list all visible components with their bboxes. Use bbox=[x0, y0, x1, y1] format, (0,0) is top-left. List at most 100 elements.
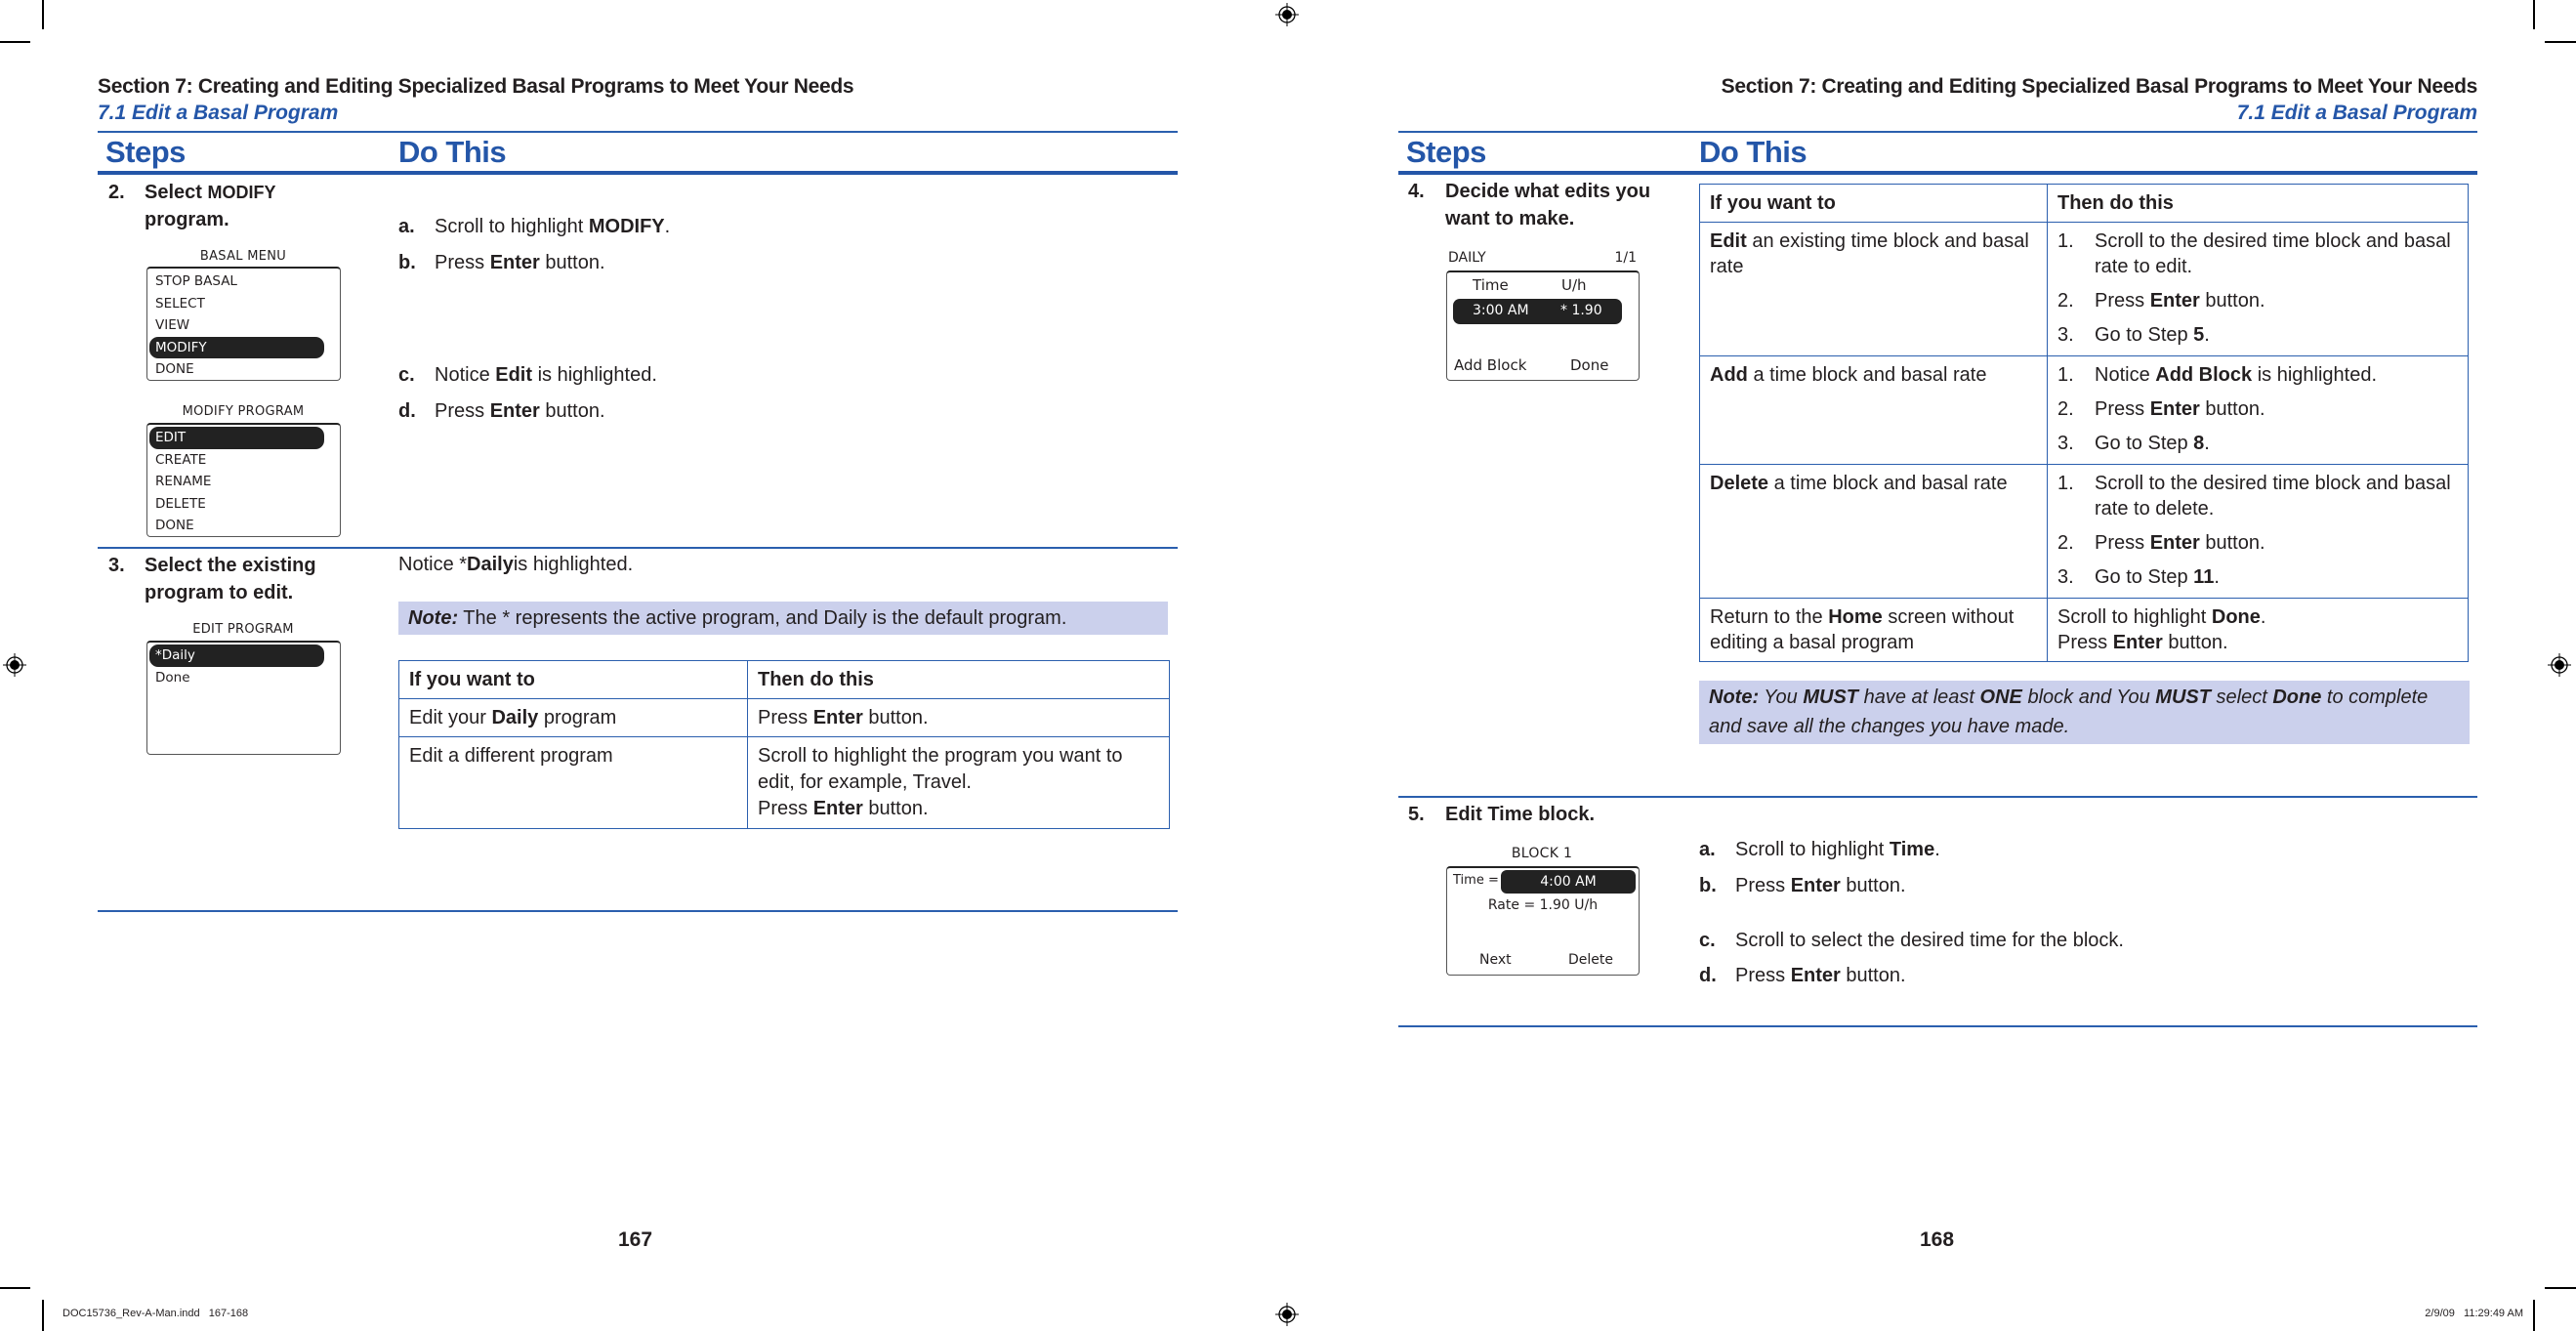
cell-text: . bbox=[2260, 606, 2266, 628]
ordered-item: 1. Scroll to the desired time block and b… bbox=[2057, 229, 2458, 279]
cell-text: Press bbox=[2057, 632, 2113, 653]
cell-text: program bbox=[538, 707, 617, 728]
item-text: Press bbox=[435, 400, 490, 422]
menu-item: STOP BASAL bbox=[155, 273, 237, 289]
item-text: Scroll to select the desired time for th… bbox=[1735, 930, 2124, 951]
column-label-time: Time bbox=[1473, 276, 1509, 294]
item-bold: Enter bbox=[489, 252, 540, 273]
screen-title-row: DAILY 1/1 bbox=[1448, 250, 1637, 266]
table-row: Edit a different program Scroll to highl… bbox=[399, 736, 1169, 828]
item-text: Go to Step bbox=[2095, 566, 2194, 588]
note-text-part: block and You bbox=[2021, 686, 2156, 708]
item-label: a. bbox=[1699, 839, 1716, 860]
table-header-row: If you want to Then do this bbox=[1700, 185, 2468, 222]
item-bold: Enter bbox=[2149, 532, 2200, 554]
table-header-cell: Then do this bbox=[2057, 192, 2174, 214]
cell-bold: Home bbox=[1828, 606, 1883, 628]
item-text: Scroll to the desired time block and bas… bbox=[2095, 473, 2451, 520]
instruction-item: a. Scroll to highlight MODIFY. bbox=[398, 214, 670, 239]
step-divider bbox=[98, 547, 1178, 549]
item-number: 1. bbox=[2057, 473, 2074, 494]
note-emphasis: ONE bbox=[1979, 686, 2022, 708]
ordered-item: 3. Go to Step 5. bbox=[2057, 322, 2458, 348]
item-text: Press bbox=[2095, 398, 2150, 420]
slug-timestamp: 2/9/09 11:29:49 AM bbox=[2425, 1308, 2523, 1319]
item-text: button. bbox=[1840, 965, 1906, 986]
crop-mark bbox=[2545, 1287, 2576, 1289]
do-this-heading: Do This bbox=[1699, 135, 1807, 169]
cell-text: an existing time block and basal rate bbox=[1710, 230, 2029, 277]
table-row: Return to the Home screen without editin… bbox=[1700, 598, 2468, 661]
item-label: a. bbox=[398, 216, 415, 237]
item-bold: Enter bbox=[489, 400, 540, 422]
item-text: button. bbox=[2199, 290, 2265, 312]
header-rule bbox=[1398, 131, 2477, 133]
item-number: 3. bbox=[2057, 566, 2074, 588]
cell-bold: Enter bbox=[2112, 632, 2163, 653]
ordered-item: 2. Press Enter button. bbox=[2057, 288, 2458, 313]
menu-item: DONE bbox=[155, 361, 194, 377]
step-title-text: Select the existing bbox=[145, 555, 316, 576]
note-label: Note: bbox=[408, 607, 459, 629]
item-text: Press bbox=[2095, 532, 2150, 554]
item-text: Scroll to highlight bbox=[1735, 839, 1890, 860]
note-text-part: You bbox=[1759, 686, 1804, 708]
item-number: 3. bbox=[2057, 433, 2074, 454]
block-rate: * 1.90 bbox=[1560, 303, 1602, 318]
item-number: 2. bbox=[2057, 290, 2074, 312]
cell-bold: Done bbox=[2211, 606, 2261, 628]
menu-item-highlighted: *Daily bbox=[149, 645, 324, 667]
item-text: button. bbox=[539, 252, 605, 273]
step-title: Decide what edits you want to make. bbox=[1445, 178, 1650, 232]
column-label-rate: U/h bbox=[1561, 276, 1587, 294]
header-rule bbox=[98, 131, 1178, 133]
cell-line: Press Enter button. bbox=[758, 796, 1159, 822]
cell-text: button. bbox=[2162, 632, 2228, 653]
item-bold: Enter bbox=[2149, 398, 2200, 420]
menu-item: DONE bbox=[155, 518, 194, 533]
item-text: Press bbox=[435, 252, 490, 273]
page-number: 168 bbox=[1920, 1228, 1955, 1251]
ordered-item: 1. Notice Add Block is highlighted. bbox=[2057, 362, 2458, 388]
table-cell: Edit your Daily program bbox=[399, 699, 748, 736]
instruction-item: d. Press Enter button. bbox=[1699, 963, 1906, 988]
table-cell: 1. Scroll to the desired time block and b… bbox=[2048, 465, 2468, 598]
instruction-item: b. Press Enter button. bbox=[1699, 873, 1906, 898]
pump-screen-edit-program: *Daily Done bbox=[146, 641, 341, 755]
crop-mark bbox=[0, 41, 30, 43]
menu-item-highlighted: EDIT bbox=[149, 427, 324, 449]
step-number: 3. bbox=[108, 555, 125, 576]
table-cell: 1. Notice Add Block is highlighted. 2. Pre… bbox=[2048, 356, 2468, 464]
item-bold: Enter bbox=[1790, 965, 1841, 986]
menu-item-highlighted: MODIFY bbox=[149, 336, 324, 358]
item-label: c. bbox=[1699, 930, 1716, 951]
block-time: 3:00 AM bbox=[1473, 303, 1529, 318]
item-text: Go to Step bbox=[2095, 324, 2194, 346]
do-this-heading: Do This bbox=[398, 135, 507, 169]
table-cell: Add a time block and basal rate bbox=[1700, 356, 2048, 464]
section-end-rule bbox=[98, 910, 1178, 912]
time-block-row-highlighted: 3:00 AM * 1.90 bbox=[1453, 299, 1622, 324]
softkey-add-block: Add Block bbox=[1454, 356, 1527, 374]
crop-mark bbox=[42, 0, 44, 29]
item-text: is highlighted. bbox=[2252, 364, 2378, 386]
ordered-item: 3. Go to Step 11. bbox=[2057, 564, 2458, 590]
cell-text: Press bbox=[758, 798, 813, 819]
slug-filename: DOC15736_Rev-A-Man.indd 167-168 bbox=[62, 1308, 249, 1319]
ordered-item: 3. Go to Step 8. bbox=[2057, 431, 2458, 456]
step-number: 2. bbox=[108, 182, 125, 203]
item-label: b. bbox=[1699, 875, 1717, 896]
notice-text: Notice * Daily is highlighted. bbox=[398, 552, 633, 577]
cell-text: Press bbox=[758, 707, 813, 728]
step-title: Select the existing program to edit. bbox=[145, 552, 316, 606]
item-number: 2. bbox=[2057, 398, 2074, 420]
instruction-item: c. Notice Edit is highlighted. bbox=[398, 362, 657, 388]
step-number: 4. bbox=[1408, 181, 1425, 202]
step-title-text: want to make. bbox=[1445, 208, 1575, 229]
column-heading-rule bbox=[1398, 171, 2477, 175]
cell-line: Scroll to highlight the program you want… bbox=[758, 745, 1123, 793]
menu-item: SELECT bbox=[155, 295, 205, 312]
page-number: 167 bbox=[618, 1228, 653, 1251]
step-title-text: program to edit. bbox=[145, 582, 294, 603]
cell-bold: Edit bbox=[1710, 230, 1747, 252]
